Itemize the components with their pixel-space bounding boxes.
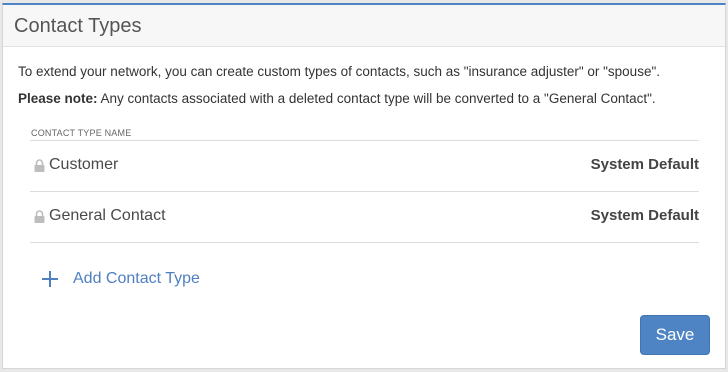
column-header-name: CONTACT TYPE NAME [30,126,699,141]
note-label: Please note: [18,91,98,106]
table-row: Customer System Default [30,141,699,192]
add-contact-type-button[interactable]: Add Contact Type [41,270,200,288]
contact-types-table: CONTACT TYPE NAME Customer System Defaul… [30,126,699,243]
note-text: Please note: Any contacts associated wit… [18,91,656,106]
intro-text: To extend your network, you can create c… [18,64,660,79]
add-contact-type-label: Add Contact Type [73,270,200,287]
table-row: General Contact System Default [30,192,699,243]
page-title: Contact Types [14,15,142,37]
save-button[interactable]: Save [640,315,710,355]
lock-icon [34,159,45,172]
panel-header: Contact Types [3,5,725,47]
contact-type-name: General Contact [49,207,166,224]
contact-type-name: Customer [49,156,119,173]
note-body: Any contacts associated with a deleted c… [97,91,656,106]
lock-icon [34,210,45,223]
contact-type-status: System Default [590,156,699,173]
plus-icon [41,270,59,288]
contact-type-status: System Default [590,207,699,224]
contact-types-panel: Contact Types To extend your network, yo… [2,3,726,369]
